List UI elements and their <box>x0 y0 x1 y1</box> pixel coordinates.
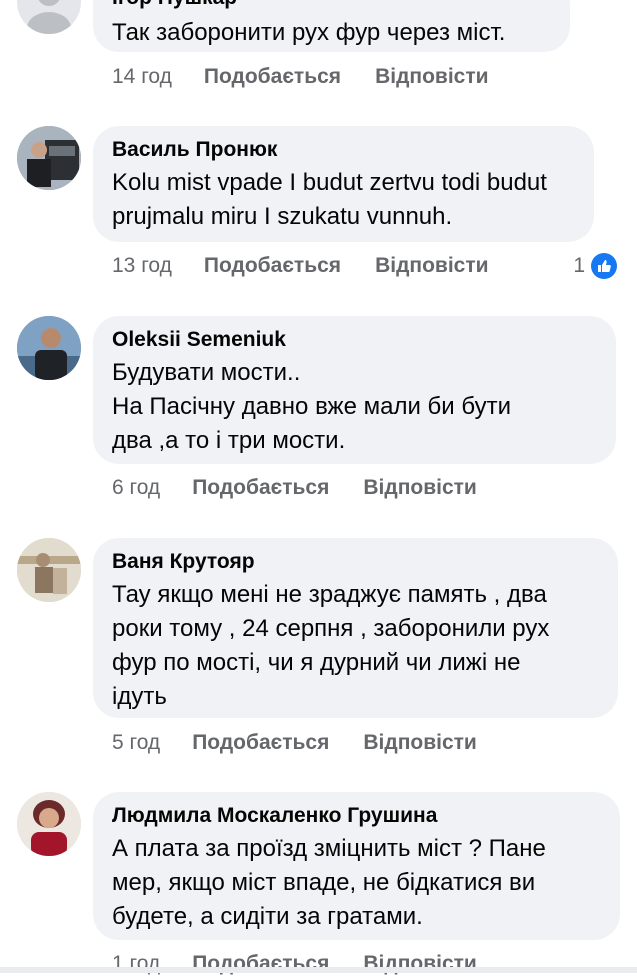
comment-bubble: Василь Пронюк Kolu mist vpade I budut ze… <box>93 126 594 242</box>
like-button[interactable]: Подобається <box>204 254 341 278</box>
avatar[interactable] <box>17 126 81 190</box>
comment-author[interactable]: Людмила Москаленко Грушина <box>112 804 600 828</box>
default-avatar-icon <box>27 0 71 34</box>
user-photo-icon <box>17 538 81 602</box>
screen-bottom-divider <box>0 967 637 973</box>
comment-meta: 13 год Подобається Відповісти <box>112 254 489 278</box>
comment-time[interactable]: 14 год <box>112 65 172 89</box>
comment-text: Будувати мости.. На Пасічну давно вже ма… <box>112 359 511 454</box>
comment-bubble: Oleksii Semeniuk Будувати мости.. На Пас… <box>93 316 616 464</box>
reaction-count: 1 <box>573 254 585 277</box>
avatar[interactable] <box>17 316 81 380</box>
reaction-summary[interactable]: 1 <box>573 253 617 279</box>
comment-text: Тау якщо мені не зраджує память , два ро… <box>112 581 550 710</box>
like-button[interactable]: Подобається <box>192 476 329 500</box>
comment-author[interactable]: Ігор Пушкар <box>112 0 550 10</box>
user-photo-icon <box>17 316 81 380</box>
comment-bubble: Ваня Крутояр Тау якщо мені не зраджує па… <box>93 538 618 718</box>
comment-author[interactable]: Oleksii Semeniuk <box>112 328 596 352</box>
avatar[interactable] <box>17 792 81 856</box>
user-photo-icon <box>17 792 81 856</box>
thumbs-up-icon <box>591 253 617 279</box>
like-button[interactable]: Подобається <box>192 731 329 755</box>
comment-meta: 14 год Подобається Відповісти <box>112 65 489 89</box>
comment-time[interactable]: 5 год <box>112 731 160 755</box>
comment-author[interactable]: Василь Пронюк <box>112 138 574 162</box>
reply-button[interactable]: Відповісти <box>375 65 488 89</box>
like-button[interactable]: Подобається <box>204 65 341 89</box>
comment-bubble: Людмила Москаленко Грушина А плата за пр… <box>93 792 620 940</box>
comment-time[interactable]: 6 год <box>112 476 160 500</box>
comment-bubble: Ігор Пушкар Так заборонити рух фур через… <box>93 0 570 52</box>
reply-button[interactable]: Відповісти <box>363 476 476 500</box>
comment-text: Kolu mist vpade I budut zertvu todi budu… <box>112 169 547 230</box>
comment-meta: 6 год Подобається Відповісти <box>112 476 477 500</box>
comment-text: Так заборонити рух фур через міст. <box>112 19 506 46</box>
reply-button[interactable]: Відповісти <box>375 254 488 278</box>
comment-author[interactable]: Ваня Крутояр <box>112 550 598 574</box>
comment-text: А плата за проїзд зміцнить міст ? Пане м… <box>112 835 546 930</box>
user-photo-icon <box>17 126 81 190</box>
comment-meta: 5 год Подобається Відповісти <box>112 731 477 755</box>
avatar[interactable] <box>17 0 81 34</box>
avatar[interactable] <box>17 538 81 602</box>
comment-time[interactable]: 13 год <box>112 254 172 278</box>
reply-button[interactable]: Відповісти <box>363 731 476 755</box>
